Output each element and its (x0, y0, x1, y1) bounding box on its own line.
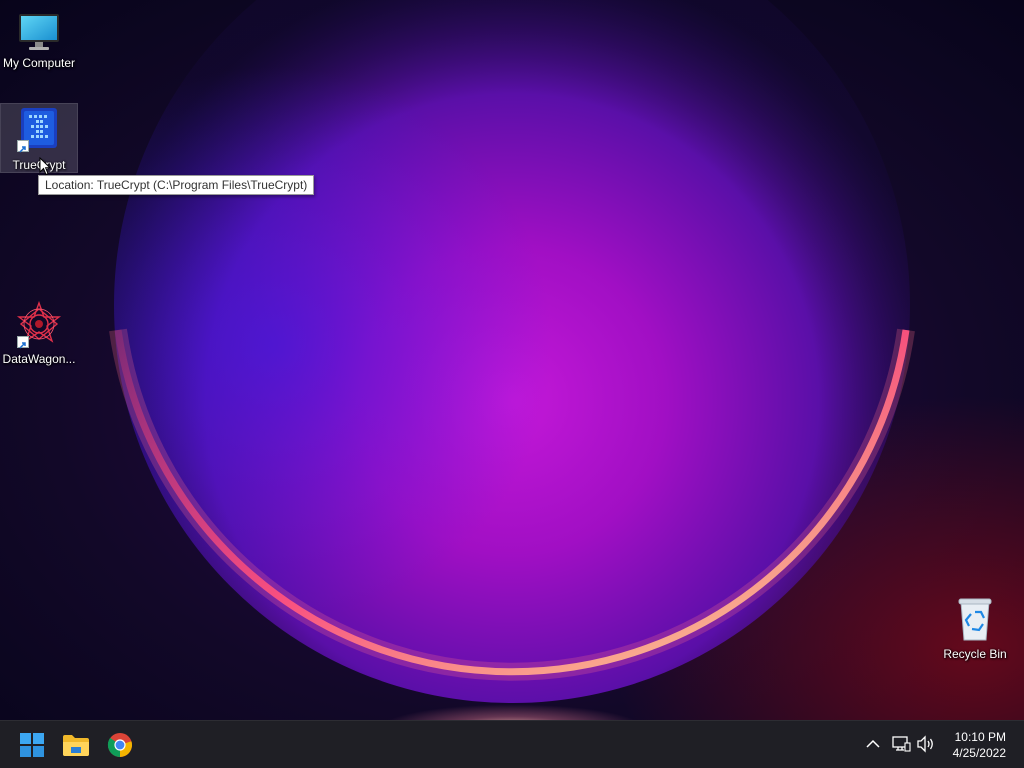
folder-icon (63, 735, 89, 756)
taskbar: 10:10 PM 4/25/2022 (0, 720, 1024, 768)
desktop: My Computer TrueCrypt DataWagon... Recyc… (0, 0, 1024, 768)
file-explorer-button[interactable] (56, 725, 96, 765)
desktop-icon-my-computer[interactable]: My Computer (0, 8, 78, 74)
windows-start-icon (20, 733, 44, 757)
start-button[interactable] (12, 725, 52, 765)
recycle-bin-icon (951, 595, 999, 643)
clock-time: 10:10 PM (954, 730, 1006, 744)
desktop-icon-label: DataWagon... (2, 352, 76, 366)
shortcut-arrow-icon (17, 140, 29, 153)
monitor-icon (15, 8, 63, 56)
icon-location-tooltip: Location: TrueCrypt (C:\Program Files\Tr… (38, 175, 315, 195)
desktop-icon-datawagon[interactable]: DataWagon... (0, 300, 78, 370)
network-icon (892, 736, 911, 752)
show-hidden-icons-button[interactable] (862, 733, 884, 755)
truecrypt-icon (15, 104, 63, 153)
desktop-icon-label: My Computer (2, 56, 76, 70)
network-button[interactable] (890, 733, 912, 755)
wallpaper (0, 0, 1024, 720)
clock-date: 4/25/2022 (952, 746, 1006, 760)
desktop-icon-recycle-bin[interactable]: Recycle Bin (936, 595, 1014, 663)
chrome-button[interactable] (100, 725, 140, 765)
volume-icon (917, 735, 933, 753)
shortcut-arrow-icon (17, 336, 29, 349)
volume-button[interactable] (915, 733, 937, 755)
desktop-icon-label: Recycle Bin (943, 647, 1007, 661)
system-clock[interactable]: 10:10 PM 4/25/2022 (953, 729, 1006, 761)
chevron-up-icon (866, 739, 880, 748)
datawagon-icon (15, 300, 63, 349)
mouse-cursor-icon (39, 157, 51, 176)
chrome-icon (107, 733, 133, 758)
